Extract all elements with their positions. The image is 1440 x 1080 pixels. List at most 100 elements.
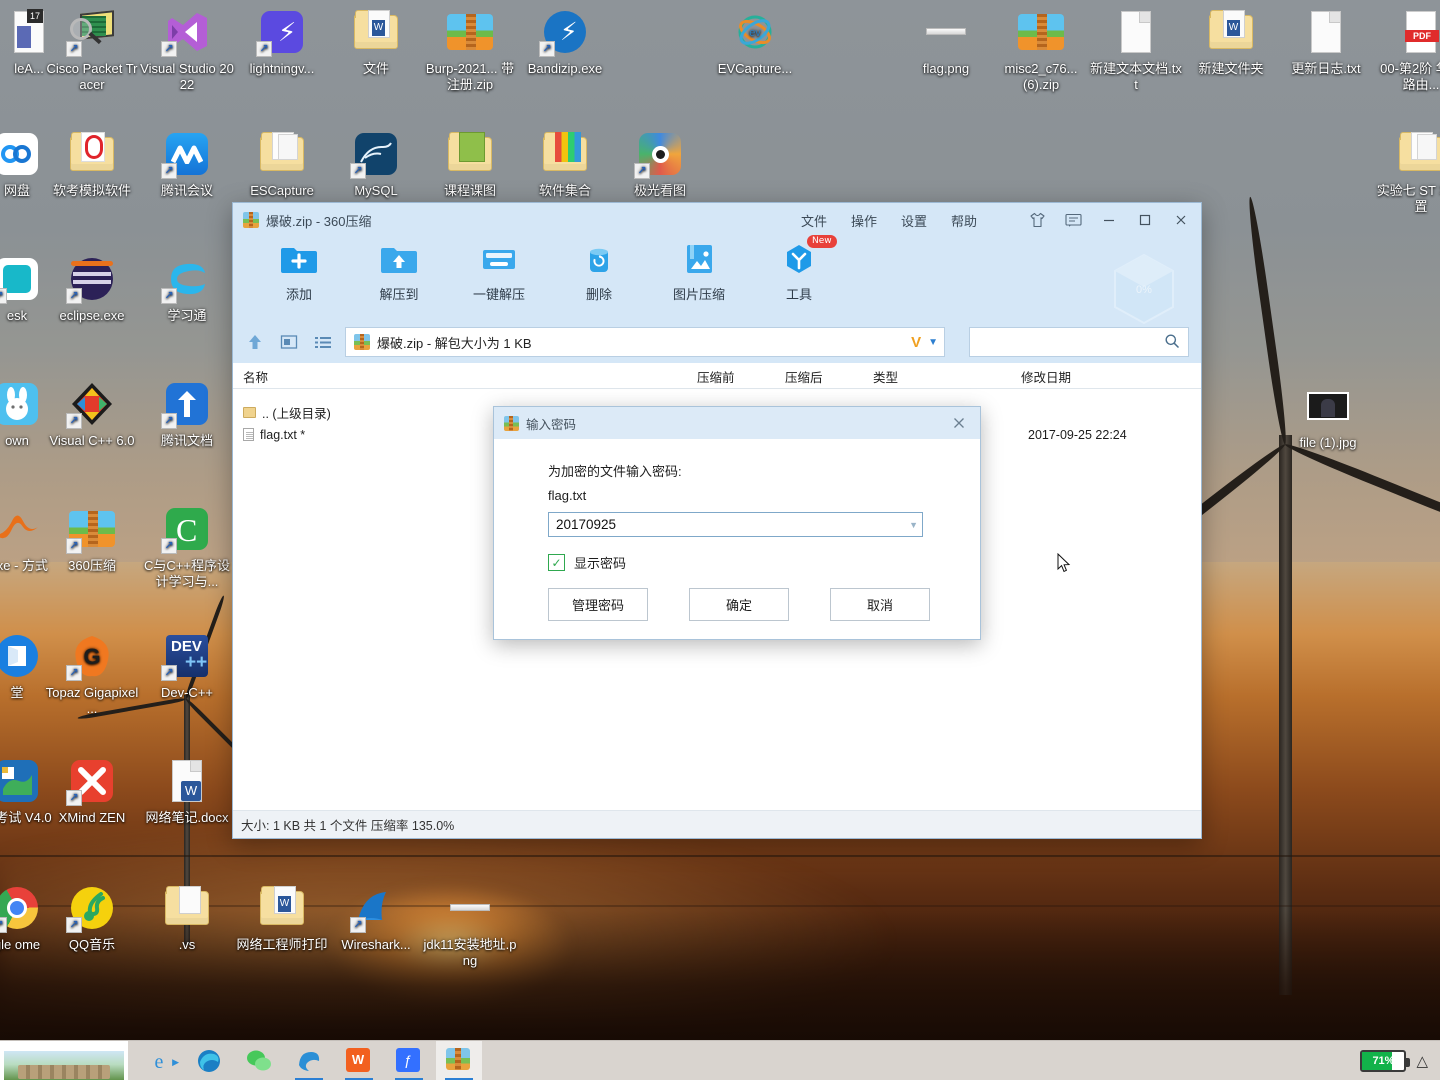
desktop-icon[interactable]: 00-第2阶 华为路由... [1374, 8, 1440, 93]
search-box[interactable] [969, 327, 1189, 357]
taskbar-app-wechat[interactable] [236, 1041, 282, 1080]
toolbar-button-tools[interactable]: New 工具 [749, 235, 849, 303]
toolbar-button-extract-to[interactable]: 解压到 [349, 237, 449, 303]
taskbar-app-list[interactable]: e ▶ Wƒ [128, 1040, 482, 1080]
view-detail-icon[interactable] [277, 330, 301, 354]
desktop-icon[interactable]: 课程课图 [423, 130, 517, 199]
column-header-size-after[interactable]: 压缩后 [785, 367, 823, 386]
desktop-icon[interactable]: W 网络工程师打印 [235, 884, 329, 953]
desktop-icon[interactable]: W 网络笔记.docx [140, 757, 234, 826]
taskbar-start-thumbnail[interactable] [0, 1040, 128, 1080]
desktop-icon[interactable]: 新建文本文档.txt [1089, 8, 1183, 93]
toolbar-button-oneclick-extract[interactable]: 一键解压 [449, 237, 549, 303]
desktop-icon[interactable]: ev EVCapture... [708, 8, 802, 77]
wallpaper-fence-1 [0, 855, 1440, 857]
desktop-icon[interactable]: QQ音乐 [45, 884, 139, 953]
taskbar-app-internet-explorer[interactable]: e ▶ [136, 1041, 182, 1080]
desktop-icon[interactable]: Visual Studio 2022 [140, 8, 234, 93]
toolbar-button-delete[interactable]: 删除 [549, 237, 649, 303]
desktop-icon[interactable]: MySQL [329, 130, 423, 199]
desktop-icon[interactable]: G Topaz Gigapixel ... [45, 632, 139, 717]
column-header-size-before[interactable]: 压缩前 [697, 367, 735, 386]
maximize-button[interactable] [1131, 206, 1159, 234]
search-icon[interactable] [1164, 333, 1180, 352]
skin-shirt-icon[interactable] [1023, 206, 1051, 234]
menu-item-settings[interactable]: 设置 [901, 211, 927, 230]
column-header-modified-date[interactable]: 修改日期 [1021, 367, 1071, 386]
view-list-icon[interactable] [311, 330, 335, 354]
desktop-icon[interactable]: 360压缩 [45, 505, 139, 574]
taskbar-app-360zip[interactable] [436, 1040, 482, 1080]
desktop-icon[interactable]: ⚡ Bandizip.exe [518, 8, 612, 77]
chevron-down-icon[interactable]: ▼ [928, 337, 938, 348]
desktop-icon[interactable]: W 新建文件夹 [1184, 8, 1278, 77]
desktop-icon[interactable]: Burp-2021... 带注册.zip [423, 8, 517, 93]
taskbar-app-wps-office[interactable]: W [336, 1041, 382, 1080]
desktop-icon[interactable]: C C与C++程序设计学习与... [140, 505, 234, 590]
system-tray[interactable]: 71% △ [1360, 1049, 1440, 1072]
ok-button[interactable]: 确定 [689, 588, 789, 621]
show-password-checkbox[interactable]: ✓ [548, 554, 565, 571]
dialog-button-row[interactable]: 管理密码 确定 取消 [548, 588, 980, 621]
zip-icon [66, 505, 116, 554]
password-combobox[interactable]: ▼ [548, 512, 923, 537]
archive-path-field[interactable]: 爆破.zip - 解包大小为 1 KB V ▼ [345, 327, 945, 357]
desktop-icon[interactable]: .vs [140, 884, 234, 953]
desktop-icon[interactable]: 学习通 [140, 255, 234, 324]
desktop-icon[interactable]: 软考模拟软件 [45, 130, 139, 199]
desktop-icon[interactable]: XMind ZEN [45, 757, 139, 826]
manage-passwords-button[interactable]: 管理密码 [548, 588, 648, 621]
close-button[interactable] [1167, 206, 1195, 234]
taskbar-app-microsoft-edge[interactable] [186, 1041, 232, 1080]
column-header-row[interactable]: 名称 压缩前 压缩后 类型 修改日期 [233, 363, 1201, 389]
desktop-icon[interactable]: 腾讯文档 [140, 380, 234, 449]
window-system-icons[interactable] [1023, 206, 1195, 234]
menu-item-file[interactable]: 文件 [801, 211, 827, 230]
desktop-icon[interactable]: misc2_c76... (6).zip [994, 8, 1088, 93]
row-name-cell[interactable]: flag.txt * [243, 428, 305, 442]
desktop-icon[interactable]: ESCapture [235, 130, 329, 199]
desktop-icon[interactable]: Cisco Packet Tracer [45, 8, 139, 93]
dialog-close-button[interactable] [942, 408, 976, 438]
minimize-button[interactable] [1095, 206, 1123, 234]
row-name-cell[interactable]: .. (上级目录) [243, 403, 331, 422]
desktop-icon[interactable]: 腾讯会议 [140, 130, 234, 199]
search-input[interactable] [978, 334, 1164, 350]
desktop-icon[interactable]: Wireshark... [329, 884, 423, 953]
chevron-down-icon[interactable]: ▼ [909, 520, 918, 530]
desktop-icon[interactable]: 软件集合 [518, 130, 612, 199]
cancel-button[interactable]: 取消 [830, 588, 930, 621]
taskbar-app-feishu[interactable]: ƒ [386, 1041, 432, 1080]
column-header-name[interactable]: 名称 [243, 367, 268, 386]
shortcut-arrow-icon [66, 288, 82, 304]
password-dialog[interactable]: 输入密码 为加密的文件输入密码: flag.txt ▼ ✓ 显示密码 管理密码 … [493, 406, 981, 640]
feedback-icon[interactable] [1059, 206, 1087, 234]
toolbar-button-add[interactable]: 添加 [249, 237, 349, 303]
desktop-icon[interactable]: flag.png [899, 8, 993, 77]
taskbar-app-edge-legacy[interactable] [286, 1041, 332, 1080]
show-hidden-icons-icon[interactable]: △ [1416, 1052, 1428, 1070]
toolbar[interactable]: 添加 解压到 一键解压 删除 图片压缩 New 工具 0% [233, 235, 1201, 325]
windows-taskbar[interactable]: e ▶ Wƒ 71% △ [0, 1040, 1440, 1080]
menu-item-operations[interactable]: 操作 [851, 211, 877, 230]
desktop-icon[interactable]: W 文件 [329, 8, 423, 77]
column-header-type[interactable]: 类型 [873, 367, 898, 386]
desktop-icon-label: 课程课图 [443, 183, 496, 198]
go-up-icon[interactable] [243, 330, 267, 354]
desktop-icon[interactable]: ⚡ lightningv... [235, 8, 329, 77]
toolbar-button-image-compress[interactable]: 图片压缩 [649, 237, 749, 303]
menu-item-help[interactable]: 帮助 [951, 211, 977, 230]
battery-indicator[interactable]: 71% [1360, 1049, 1411, 1072]
desktop-icon[interactable]: jdk11安装地址.png [423, 884, 517, 969]
password-input[interactable] [556, 517, 910, 532]
desktop-icon[interactable]: 极光看图 [613, 130, 707, 199]
desktop-icon[interactable]: eclipse.exe [45, 255, 139, 324]
desktop-icon[interactable]: Visual C++ 6.0 [45, 380, 139, 449]
menu-bar[interactable]: 文件 操作 设置 帮助 [801, 206, 1195, 234]
desktop-icon[interactable]: file (1).jpg [1281, 382, 1375, 451]
show-password-row[interactable]: ✓ 显示密码 [548, 553, 980, 572]
desktop-icon[interactable]: DEV++ Dev-C++ [140, 632, 234, 701]
path-toolbar[interactable]: 爆破.zip - 解包大小为 1 KB V ▼ [233, 321, 1201, 363]
desktop-icon[interactable]: 更新日志.txt [1279, 8, 1373, 77]
desktop-icon[interactable]: 实验七 ST 本配置 [1374, 130, 1440, 215]
